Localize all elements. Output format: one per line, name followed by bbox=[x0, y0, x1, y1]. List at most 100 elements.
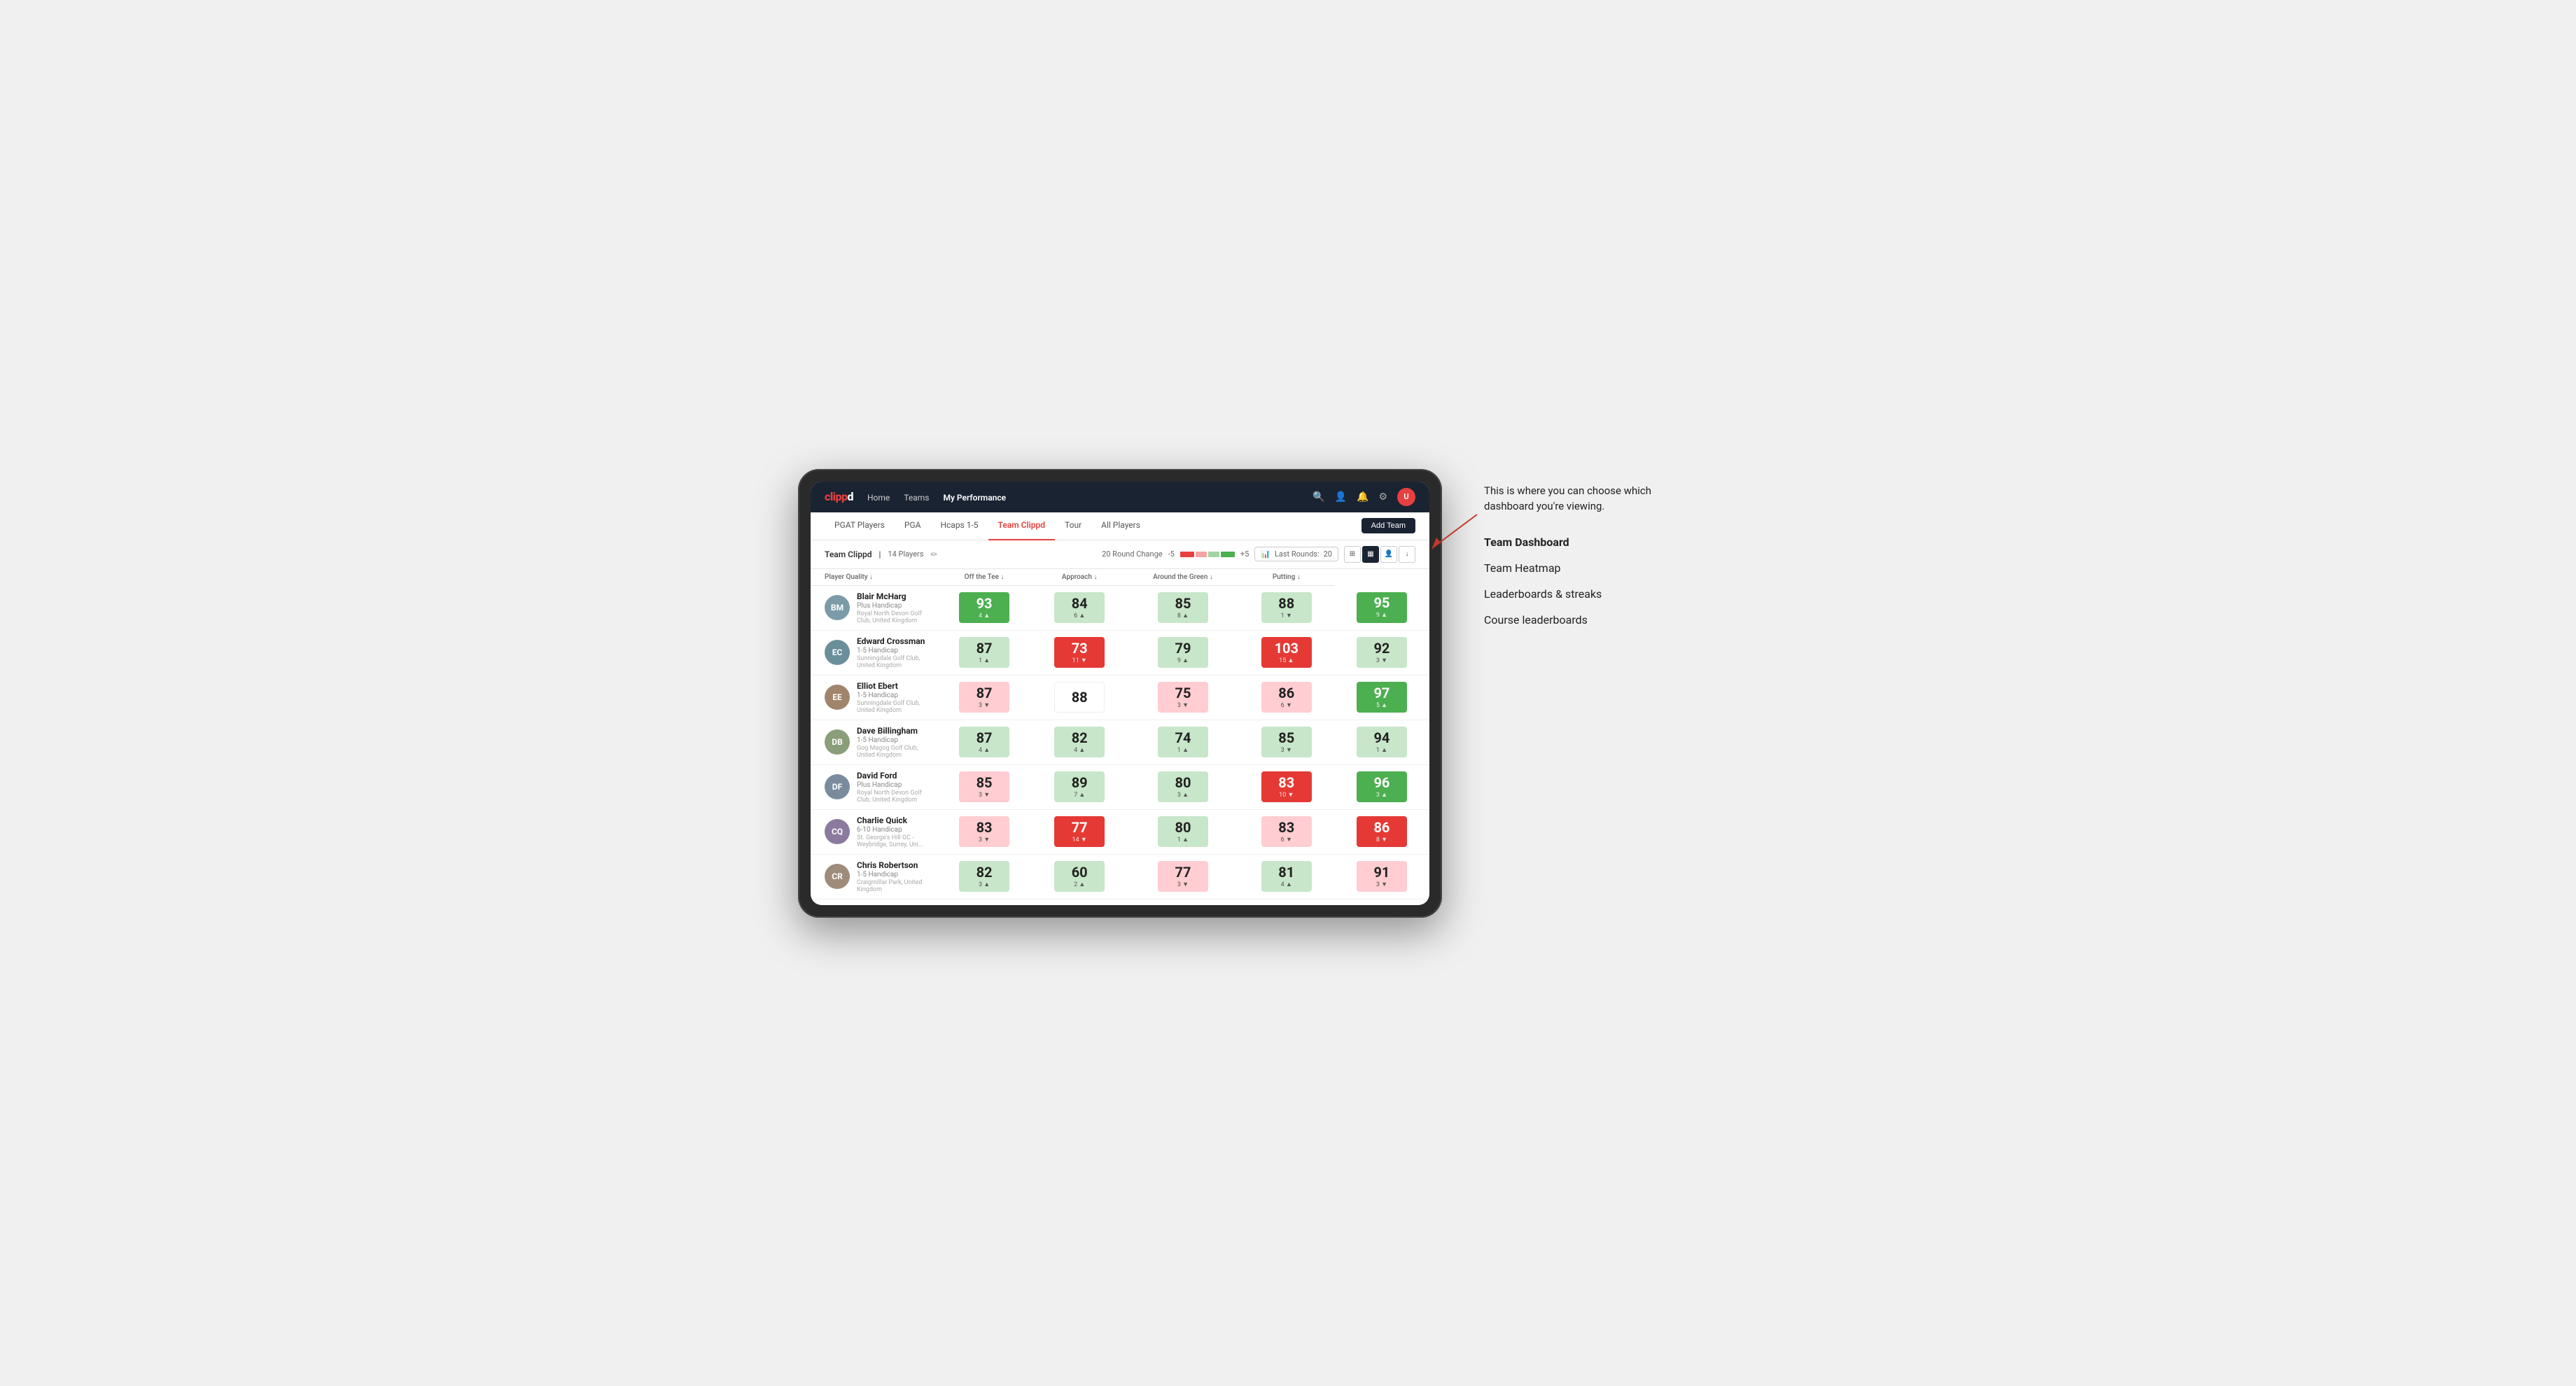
tablet-frame: clippd Home Teams My Performance 🔍 👤 🔔 ⚙… bbox=[798, 469, 1442, 918]
player-avatar: DF bbox=[825, 774, 850, 799]
bell-icon[interactable]: 🔔 bbox=[1357, 491, 1368, 503]
metric-box: 602 ▲ bbox=[1054, 861, 1105, 892]
metric-cell-approach: 741 ▲ bbox=[1127, 720, 1238, 764]
table-header: Player Quality ↓ Off the Tee ↓ Approach … bbox=[811, 569, 1429, 586]
player-avatar: EE bbox=[825, 685, 850, 710]
col-putting: Putting ↓ bbox=[1239, 569, 1334, 586]
metric-score: 103 bbox=[1275, 641, 1298, 655]
settings-icon[interactable]: ⚙ bbox=[1378, 491, 1387, 503]
metric-change: 15 ▲ bbox=[1279, 657, 1294, 664]
metric-score: 87 bbox=[976, 731, 993, 745]
metric-score: 92 bbox=[1373, 641, 1390, 655]
metric-score: 84 bbox=[1072, 596, 1088, 610]
metric-change: 1 ▲ bbox=[979, 657, 990, 664]
metric-change: 3 ▼ bbox=[979, 791, 990, 799]
metric-score: 81 bbox=[1278, 865, 1294, 879]
metric-score: 85 bbox=[976, 776, 993, 790]
metric-score: 93 bbox=[976, 596, 993, 610]
metric-score: 85 bbox=[1175, 596, 1191, 610]
metric-box: 823 ▲ bbox=[959, 861, 1009, 892]
view-heatmap-button[interactable]: ▦ bbox=[1362, 546, 1379, 563]
metric-change: 9 ▲ bbox=[1376, 611, 1387, 619]
nav-my-performance[interactable]: My Performance bbox=[943, 493, 1006, 503]
metric-box: 801 ▲ bbox=[1158, 816, 1208, 847]
metric-box: 814 ▲ bbox=[1261, 861, 1312, 892]
subnav-tour[interactable]: Tour bbox=[1055, 511, 1091, 539]
team-header: Team Clippd | 14 Players ✏ 20 Round Chan… bbox=[811, 540, 1429, 569]
edit-icon[interactable]: ✏ bbox=[930, 550, 937, 559]
metric-score: 77 bbox=[1175, 865, 1191, 879]
player-club: St. George's Hill GC - Weybridge, Surrey… bbox=[857, 834, 931, 848]
nav-teams[interactable]: Teams bbox=[904, 493, 929, 503]
subnav-all-players[interactable]: All Players bbox=[1091, 511, 1150, 539]
subnav-team-clippd[interactable]: Team Clippd bbox=[988, 511, 1055, 540]
metric-box: 874 ▲ bbox=[959, 727, 1009, 757]
metric-score: 60 bbox=[1072, 865, 1088, 879]
player-club: Sunningdale Golf Club, United Kingdom bbox=[857, 700, 931, 714]
subnav-pga[interactable]: PGA bbox=[895, 511, 931, 539]
menu-item-team-heatmap[interactable]: Team Heatmap bbox=[1484, 561, 1666, 575]
metric-change: 1 ▲ bbox=[1177, 836, 1189, 844]
metric-box: 741 ▲ bbox=[1158, 727, 1208, 757]
metric-box: 773 ▼ bbox=[1158, 861, 1208, 892]
metric-change: 5 ▲ bbox=[1376, 701, 1387, 709]
menu-item-team-dashboard[interactable]: Team Dashboard bbox=[1484, 536, 1666, 549]
player-avatar: CQ bbox=[825, 819, 850, 844]
metric-cell-approach: 801 ▲ bbox=[1127, 809, 1238, 854]
metric-cell-player_quality: 874 ▲ bbox=[937, 720, 1032, 764]
search-icon[interactable]: 🔍 bbox=[1312, 491, 1324, 503]
player-handicap: Plus Handicap bbox=[857, 781, 931, 789]
player-club: Royal North Devon Golf Club, United King… bbox=[857, 610, 931, 624]
metric-cell-around_green: 8310 ▼ bbox=[1239, 764, 1334, 809]
person-icon[interactable]: 👤 bbox=[1335, 491, 1347, 503]
metric-cell-approach: 773 ▼ bbox=[1127, 854, 1238, 899]
metric-change: 3 ▲ bbox=[979, 881, 990, 888]
view-grid-button[interactable]: ⊞ bbox=[1344, 546, 1361, 563]
table-row: ECEdward Crossman1-5 HandicapSunningdale… bbox=[811, 630, 1429, 675]
player-cell: EEElliot Ebert1-5 HandicapSunningdale Go… bbox=[811, 675, 937, 720]
nav-home[interactable]: Home bbox=[867, 493, 890, 503]
metric-change: 8 ▼ bbox=[1376, 836, 1387, 844]
metric-score: 82 bbox=[976, 865, 993, 879]
metric-box: 923 ▼ bbox=[1357, 637, 1407, 668]
metric-change: 8 ▲ bbox=[1177, 612, 1189, 620]
metric-score: 94 bbox=[1373, 731, 1390, 745]
metric-cell-putting: 941 ▲ bbox=[1334, 720, 1429, 764]
metric-change: 3 ▼ bbox=[1177, 881, 1189, 888]
metric-box: 959 ▲ bbox=[1357, 592, 1407, 623]
metric-score: 80 bbox=[1175, 776, 1191, 790]
metric-cell-player_quality: 823 ▲ bbox=[937, 854, 1032, 899]
subnav-pgat[interactable]: PGAT Players bbox=[825, 511, 895, 539]
metric-score: 74 bbox=[1175, 731, 1191, 745]
metric-box: 873 ▼ bbox=[959, 682, 1009, 713]
metric-score: 89 bbox=[1072, 776, 1088, 790]
metric-cell-around_green: 836 ▼ bbox=[1239, 809, 1334, 854]
annotation-arrow bbox=[1428, 511, 1484, 553]
metric-score: 83 bbox=[976, 820, 993, 834]
sub-nav-links: PGAT Players PGA Hcaps 1-5 Team Clippd T… bbox=[825, 511, 1362, 540]
metric-change: 1 ▲ bbox=[1376, 746, 1387, 754]
menu-item-course-leaderboards[interactable]: Course leaderboards bbox=[1484, 613, 1666, 626]
nav-icons: 🔍 👤 🔔 ⚙ U bbox=[1312, 488, 1415, 506]
menu-item-leaderboards[interactable]: Leaderboards & streaks bbox=[1484, 587, 1666, 601]
subnav-hcaps[interactable]: Hcaps 1-5 bbox=[930, 511, 988, 539]
metric-cell-approach: 799 ▲ bbox=[1127, 630, 1238, 675]
metric-change: 3 ▼ bbox=[1376, 657, 1387, 664]
view-download-button[interactable]: ↓ bbox=[1399, 546, 1415, 563]
team-count: 14 Players bbox=[888, 550, 923, 559]
metric-box: 853 ▼ bbox=[1261, 727, 1312, 757]
metric-change: 10 ▼ bbox=[1279, 791, 1294, 799]
metric-score: 88 bbox=[1278, 596, 1294, 610]
player-handicap: 1-5 Handicap bbox=[857, 692, 931, 699]
add-team-button[interactable]: Add Team bbox=[1362, 518, 1415, 533]
last-rounds-button[interactable]: 📊 Last Rounds: 20 bbox=[1254, 547, 1338, 561]
user-avatar[interactable]: U bbox=[1397, 488, 1415, 506]
metric-change: 3 ▼ bbox=[1376, 881, 1387, 888]
metric-cell-putting: 923 ▼ bbox=[1334, 630, 1429, 675]
player-avatar: BM bbox=[825, 595, 850, 620]
view-person-button[interactable]: 👤 bbox=[1380, 546, 1397, 563]
player-cell: BMBlair McHargPlus HandicapRoyal North D… bbox=[811, 585, 937, 630]
player-cell: ECEdward Crossman1-5 HandicapSunningdale… bbox=[811, 630, 937, 675]
bar-red bbox=[1180, 552, 1194, 557]
metric-box: 7311 ▼ bbox=[1054, 637, 1105, 668]
